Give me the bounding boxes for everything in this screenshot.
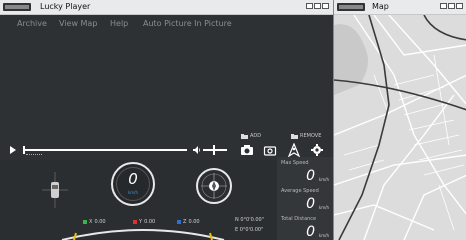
map-canvas[interactable]: [334, 15, 466, 240]
camera-icon[interactable]: [240, 143, 254, 157]
snapshot-icon[interactable]: [263, 143, 277, 157]
max-speed-value: 0: [306, 168, 315, 184]
avg-speed-label: Average Speed: [281, 188, 319, 194]
z-axis-swatch: [177, 220, 181, 224]
accel-z-value: 0.00: [188, 219, 200, 225]
menu-view-map[interactable]: View Map: [59, 19, 97, 29]
volume-thumb[interactable]: [212, 145, 215, 155]
stats-panel: Max Speed 0 km/h Average Speed 0 km/h To…: [277, 157, 333, 240]
speedometer-gauge: 0 km/h: [111, 162, 155, 206]
map-title: Map: [372, 2, 389, 11]
remove-label: REMOVE: [300, 133, 322, 139]
brand-logo-icon: [3, 3, 31, 11]
player-window: Lucky Player Archive View Map Help Auto …: [0, 0, 333, 240]
accel-y-value: 0.00: [144, 219, 156, 225]
longitude-readout: E 0°0'0.00": [235, 227, 264, 233]
accel-y-label: Y: [139, 219, 143, 225]
menu-help[interactable]: Help: [110, 19, 128, 29]
total-distance-unit: km/h: [318, 233, 329, 238]
player-titlebar: Lucky Player: [0, 0, 333, 15]
video-area[interactable]: [0, 33, 333, 141]
map-titlebar: Map: [334, 0, 466, 15]
maximize-button[interactable]: [314, 3, 321, 9]
add-button[interactable]: ADD: [241, 133, 261, 139]
minimize-button[interactable]: [306, 3, 313, 9]
folder-remove-icon: [291, 133, 298, 139]
volume-slider[interactable]: [203, 149, 227, 151]
compass-icon: [196, 168, 232, 204]
accel-y: Y 0.00: [133, 219, 155, 225]
accel-x-value: 0.00: [94, 219, 106, 225]
accel-z-label: Z: [183, 219, 187, 225]
menu-archive[interactable]: Archive: [17, 19, 47, 29]
car-g-sensor-icon: [42, 172, 68, 208]
speed-unit: km/h: [127, 190, 139, 195]
brand-logo-icon: [337, 3, 365, 11]
max-speed-label: Max Speed: [281, 160, 309, 166]
seek-buffer: [26, 154, 42, 157]
map-maximize-button[interactable]: [448, 3, 455, 9]
map-window-controls: [440, 3, 463, 9]
play-icon[interactable]: [10, 146, 16, 154]
avg-speed-unit: km/h: [318, 205, 329, 210]
window-controls: [306, 3, 329, 9]
x-axis-swatch: [83, 220, 87, 224]
max-speed-unit: km/h: [318, 177, 329, 182]
map-window: Map: [333, 0, 466, 240]
accel-x-label: X: [89, 219, 93, 225]
map-close-button[interactable]: [456, 3, 463, 9]
window-title: Lucky Player: [40, 2, 91, 11]
settings-gear-icon[interactable]: [310, 143, 324, 157]
folder-add-icon: [241, 133, 248, 139]
menu-bar: Archive View Map Help Auto Picture In Pi…: [0, 15, 333, 33]
menu-auto-pip[interactable]: Auto Picture In Picture: [143, 19, 232, 29]
tilt-arc: [61, 229, 225, 240]
remove-button[interactable]: REMOVE: [291, 133, 321, 139]
latitude-readout: N 0°0'0.00": [235, 217, 264, 223]
speed-value: 0: [128, 170, 138, 188]
avg-speed-value: 0: [306, 196, 315, 212]
close-button[interactable]: [322, 3, 329, 9]
y-axis-swatch: [133, 220, 137, 224]
volume-icon[interactable]: [193, 146, 201, 154]
total-distance-label: Total Distance: [281, 216, 317, 222]
navigation-icon[interactable]: [287, 143, 301, 157]
accel-x: X 0.00: [83, 219, 106, 225]
accel-z: Z 0.00: [177, 219, 200, 225]
total-distance-value: 0: [306, 224, 315, 240]
seek-thumb[interactable]: [23, 146, 25, 154]
add-label: ADD: [250, 133, 262, 139]
map-minimize-button[interactable]: [440, 3, 447, 9]
seek-bar[interactable]: [23, 149, 187, 151]
